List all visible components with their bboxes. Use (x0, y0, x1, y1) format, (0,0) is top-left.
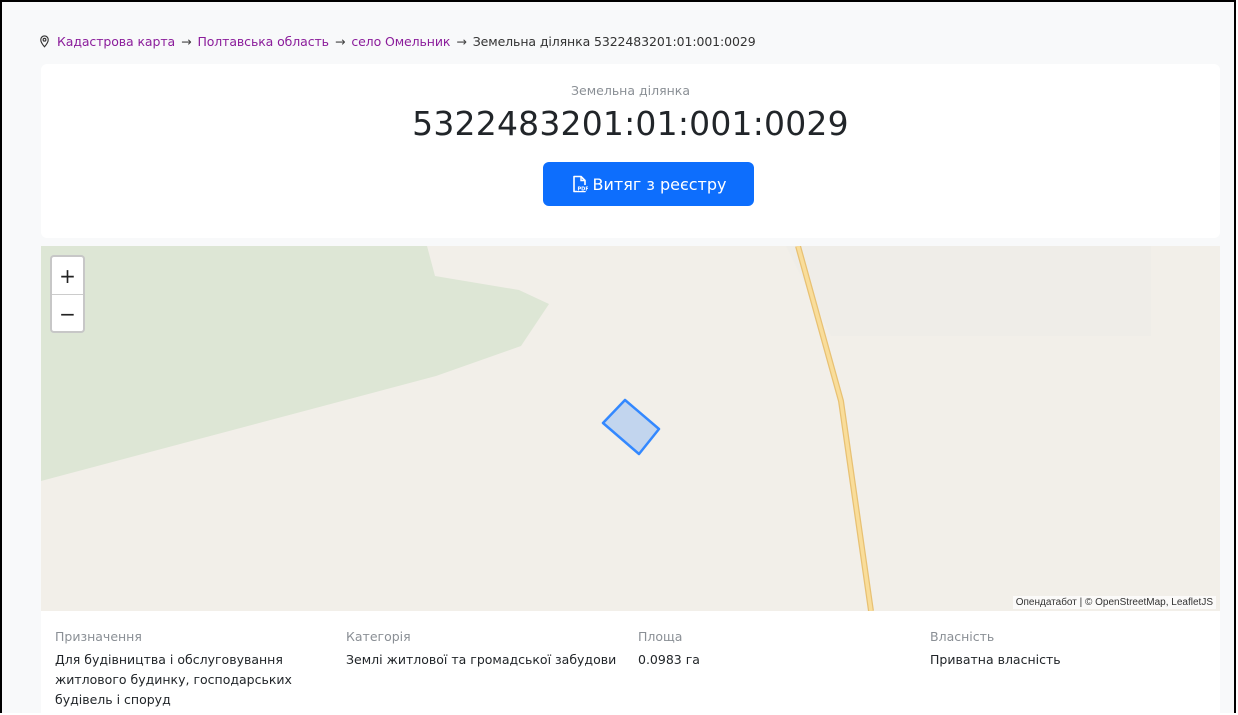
breadcrumb: Кадастрова карта → Полтавська область → … (38, 31, 756, 51)
detail-purpose-value: Для будівництва і обслуговування житлово… (55, 652, 292, 707)
detail-area: Площа 0.0983 га (638, 629, 838, 670)
parcel-kicker: Земельна ділянка (571, 83, 690, 98)
map-attribution[interactable]: Опендатабот | © OpenStreetMap, LeafletJS (1012, 596, 1216, 609)
page-frame: Кадастрова карта → Полтавська область → … (0, 0, 1236, 715)
parcel-details: Призначення Для будівництва і обслуговув… (41, 611, 1220, 715)
detail-category: Категорія Землі житлової та громадської … (346, 629, 626, 670)
parcel-header-card: Земельна ділянка 5322483201:01:001:0029 … (41, 64, 1220, 238)
detail-ownership-value: Приватна власність (930, 652, 1061, 667)
detail-purpose-label: Призначення (55, 629, 142, 644)
map-view[interactable]: + − Опендатабот | © OpenStreetMap, Leafl… (41, 246, 1220, 611)
breadcrumb-link-village[interactable]: село Омельник (351, 34, 450, 49)
map-area-light (786, 246, 1151, 336)
breadcrumb-current: Земельна ділянка 5322483201:01:001:0029 (472, 33, 756, 49)
detail-category-value: Землі житлової та громадської забудови (346, 652, 617, 667)
svg-text:PDF: PDF (577, 186, 588, 192)
zoom-out-button[interactable]: − (52, 294, 83, 331)
breadcrumb-separator: → (334, 33, 346, 49)
detail-area-label: Площа (638, 629, 683, 644)
registry-extract-label: Витяг з реєстру (592, 174, 727, 194)
breadcrumb-separator: → (456, 33, 467, 49)
breadcrumb-link-cadastral-map[interactable]: Кадастрова карта (57, 34, 175, 49)
detail-category-label: Категорія (346, 629, 411, 644)
zoom-in-button[interactable]: + (52, 257, 83, 294)
registry-extract-button[interactable]: PDF Витяг з реєстру (543, 162, 754, 206)
detail-purpose: Призначення Для будівництва і обслуговув… (55, 629, 315, 710)
page-title: 5322483201:01:001:0029 (412, 104, 849, 143)
detail-ownership: Власність Приватна власність (930, 629, 1170, 670)
map-tiles (41, 246, 1220, 611)
map-pin-icon (40, 34, 49, 48)
zoom-control: + − (50, 255, 85, 333)
detail-ownership-label: Власність (930, 629, 995, 644)
pdf-file-icon: PDF (572, 175, 588, 192)
detail-area-value: 0.0983 га (638, 652, 700, 667)
breadcrumb-separator: → (181, 33, 192, 49)
breadcrumb-link-region[interactable]: Полтавська область (197, 34, 329, 49)
